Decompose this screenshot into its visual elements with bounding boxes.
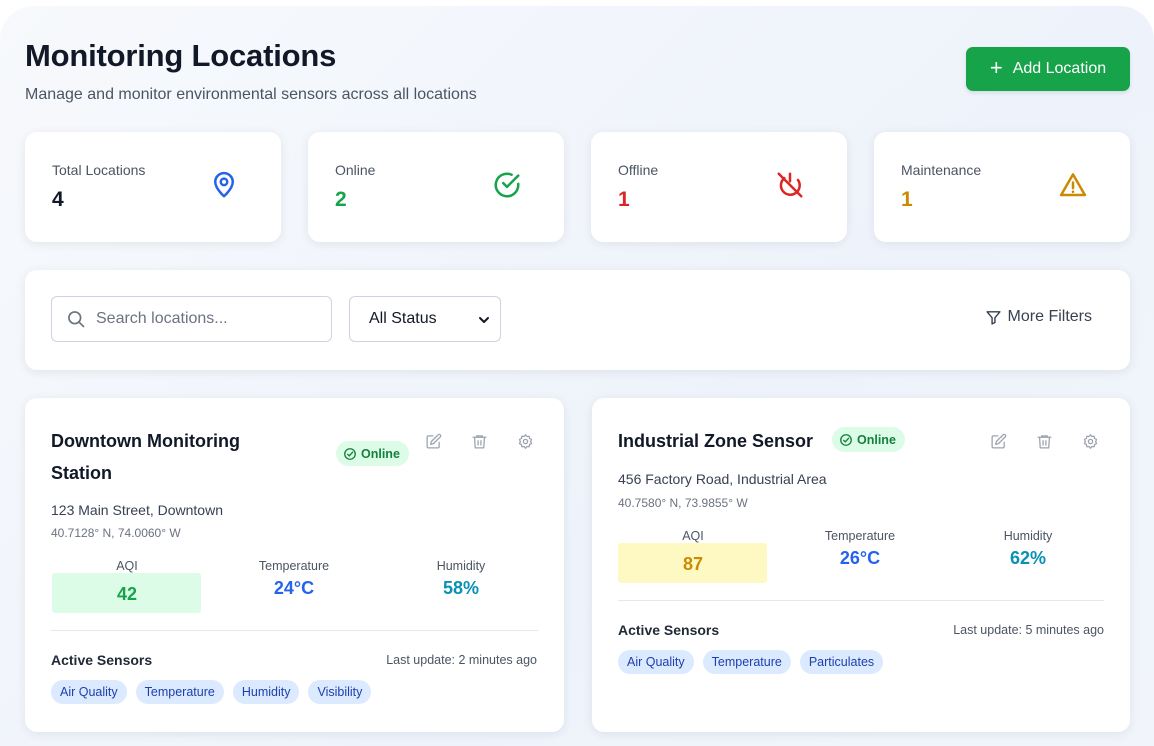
location-name-line2: Station [51, 463, 112, 483]
settings-icon[interactable] [1080, 431, 1100, 451]
location-address: 456 Factory Road, Industrial Area [618, 471, 827, 487]
stat-value: 4 [52, 188, 64, 211]
temperature-label: Temperature [258, 559, 330, 573]
search-icon [68, 311, 85, 328]
search-box[interactable] [51, 296, 332, 342]
page-header: Monitoring Locations Manage and monitor … [25, 38, 1130, 108]
sensor-tag: Temperature [135, 680, 224, 704]
active-sensors-title: Active Sensors [618, 622, 720, 638]
filter-icon [985, 310, 1001, 325]
location-card: Industrial Zone Sensor Online 456 Factor… [592, 398, 1130, 732]
trash-icon[interactable] [1034, 431, 1054, 451]
stat-value: 2 [335, 188, 347, 211]
status-select[interactable]: All Status [349, 296, 501, 342]
stat-card-offline: Offline 1 [591, 132, 847, 242]
location-coordinates: 40.7128° N, 74.0060° W [51, 526, 181, 540]
status-badge: Online [336, 441, 409, 466]
map-pin-icon [209, 170, 239, 200]
more-filters-button[interactable]: More Filters [985, 308, 1092, 326]
status-badge-label: Online [361, 446, 400, 461]
warning-icon [1058, 170, 1088, 200]
temperature-value: 24°C [273, 578, 315, 598]
add-location-label: Add Location [1012, 60, 1107, 77]
status-badge: Online [832, 427, 905, 452]
more-filters-label: More Filters [1007, 308, 1092, 325]
stat-value: 1 [901, 188, 913, 211]
status-select-value: All Status [369, 310, 437, 327]
settings-icon[interactable] [515, 431, 535, 451]
location-name-line1: Downtown Monitoring [51, 431, 240, 451]
sensor-tag: Temperature [702, 650, 791, 674]
filter-bar: All Status More Filters [25, 270, 1130, 370]
check-circle-icon [344, 447, 356, 460]
edit-icon[interactable] [988, 431, 1008, 451]
humidity-label: Humidity [1003, 529, 1053, 543]
page-subtitle: Manage and monitor environmental sensors… [25, 86, 477, 103]
last-update: Last update: 2 minutes ago [386, 653, 537, 667]
divider [51, 630, 538, 631]
active-sensors-title: Active Sensors [51, 652, 153, 668]
stat-label: Maintenance [901, 162, 982, 178]
aqi-label: AQI [682, 529, 704, 543]
location-card: Downtown Monitoring Station Online 123 M… [25, 398, 564, 732]
humidity-value: 62% [1009, 548, 1047, 568]
location-address: 123 Main Street, Downtown [51, 502, 223, 518]
humidity-value: 58% [442, 578, 480, 598]
sensor-tag: Particulates [799, 650, 884, 674]
stat-label: Offline [618, 162, 659, 178]
check-circle-icon [840, 433, 852, 446]
last-update: Last update: 5 minutes ago [953, 623, 1104, 637]
stat-label: Online [335, 162, 376, 178]
edit-icon[interactable] [423, 431, 443, 451]
aqi-label: AQI [116, 559, 138, 573]
stat-value: 1 [618, 188, 630, 211]
humidity-label: Humidity [436, 559, 486, 573]
divider [618, 600, 1104, 601]
stat-card-total: Total Locations 4 [25, 132, 281, 242]
sensor-tag: Humidity [232, 680, 300, 704]
status-badge-label: Online [857, 432, 896, 447]
location-name: Downtown Monitoring Station [51, 425, 240, 489]
sensor-tag: Visibility [308, 680, 372, 704]
location-coordinates: 40.7580° N, 73.9855° W [618, 496, 748, 510]
app-frame: Monitoring Locations Manage and monitor … [0, 6, 1154, 746]
add-location-button[interactable]: + Add Location [966, 47, 1130, 91]
card-actions [423, 431, 535, 451]
location-name: Industrial Zone Sensor [618, 431, 814, 451]
sensor-tags: Air Quality Temperature Particulates [618, 650, 884, 674]
power-off-icon [775, 170, 805, 200]
aqi-value: 87 [682, 554, 704, 574]
check-circle-icon [492, 170, 522, 200]
chevron-down-icon [479, 317, 489, 323]
sensor-tag: Air Quality [51, 680, 127, 704]
search-input[interactable] [96, 310, 316, 328]
stat-label: Total Locations [52, 162, 146, 178]
plus-icon: + [989, 55, 1003, 80]
aqi-value: 42 [116, 584, 138, 604]
stat-card-online: Online 2 [308, 132, 564, 242]
card-actions [988, 431, 1100, 451]
sensor-tag: Air Quality [618, 650, 694, 674]
sensor-tags: Air Quality Temperature Humidity Visibil… [51, 680, 372, 704]
page-title: Monitoring Locations [25, 38, 337, 73]
trash-icon[interactable] [469, 431, 489, 451]
temperature-label: Temperature [824, 529, 896, 543]
temperature-value: 26°C [839, 548, 881, 568]
stat-card-maintenance: Maintenance 1 [874, 132, 1130, 242]
